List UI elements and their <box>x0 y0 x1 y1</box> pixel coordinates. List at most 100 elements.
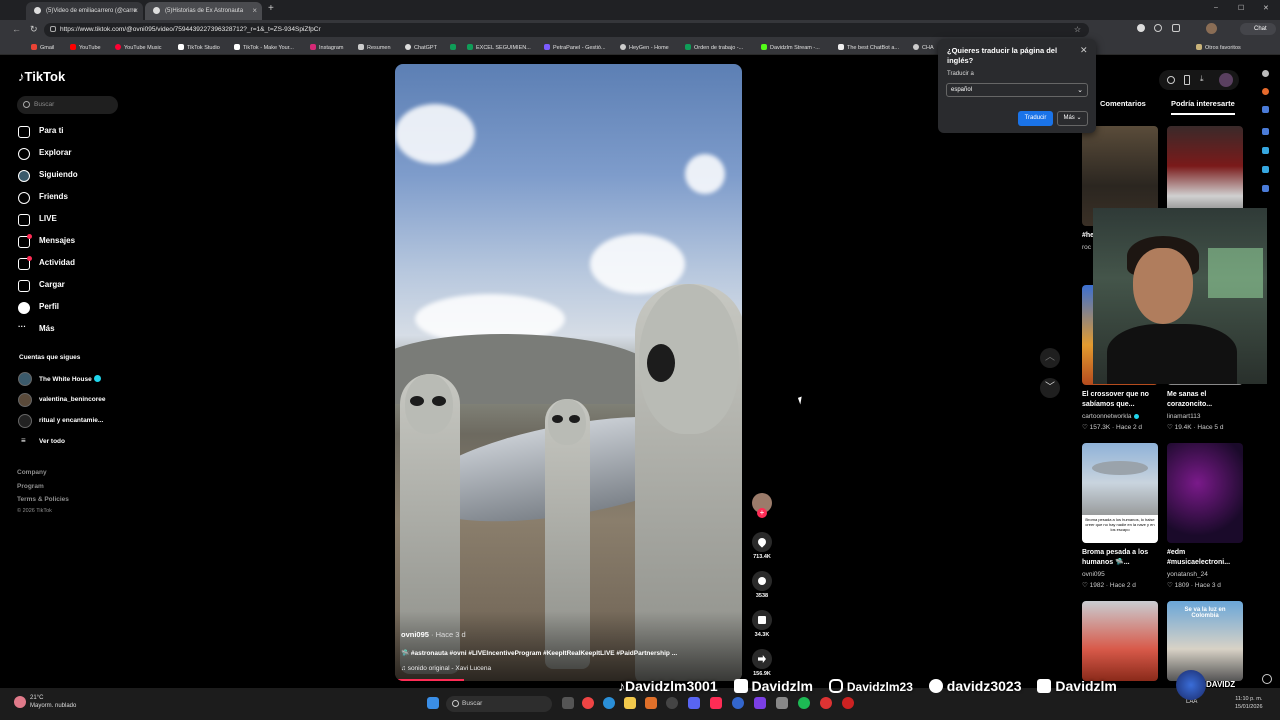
bookmark-youtube-music[interactable]: YouTube Music <box>115 44 162 51</box>
speed-icon[interactable] <box>1167 76 1175 84</box>
video-player[interactable]: ovni095 · Hace 3 d 🛸 #astronauta #ovni #… <box>395 64 742 681</box>
bookmark-sheet[interactable] <box>450 44 459 51</box>
see-all-link[interactable]: ≡ Ver todo <box>18 436 65 445</box>
minimize-button[interactable]: – <box>1214 4 1218 11</box>
video-thumbnail[interactable]: Broma pesada a los humanos, lo haise cre… <box>1082 443 1158 543</box>
app-icon[interactable] <box>842 697 854 709</box>
followed-account-ritual[interactable]: ritual y encantamie... <box>18 414 103 428</box>
new-tab-button[interactable]: + <box>268 3 274 14</box>
discord-icon[interactable] <box>688 697 700 709</box>
system-clock[interactable]: 11:10 p. m. 15/01/2026 <box>1235 695 1263 711</box>
previous-video-button[interactable]: ︿ <box>1040 348 1060 368</box>
like-button[interactable]: 713.4K <box>751 532 773 560</box>
app-icon[interactable] <box>732 697 744 709</box>
video-thumbnail[interactable] <box>1082 601 1158 681</box>
close-tab-icon[interactable]: × <box>252 6 257 15</box>
bookmark-davidzlm-stream[interactable]: Davidzlm Stream -... <box>761 44 820 51</box>
language-select[interactable]: español ⌄ <box>946 83 1088 97</box>
nav-perfil[interactable]: Perfil <box>18 302 59 316</box>
video-title[interactable]: Broma pesada a los humanos 🛸... <box>1082 548 1158 568</box>
bookmark-resumen[interactable]: Resumen <box>358 44 391 51</box>
app-icon[interactable] <box>754 697 766 709</box>
video-author[interactable]: linamart113 <box>1167 413 1200 420</box>
sidebar-ext-icon[interactable] <box>1262 88 1269 95</box>
download-icon[interactable]: ⤓ <box>1200 74 1204 84</box>
bookmark-chatgpt[interactable]: ChatGPT <box>405 44 437 51</box>
app-icon[interactable] <box>666 697 678 709</box>
close-tab-icon[interactable]: × <box>133 6 138 15</box>
sidebar-ext-icon[interactable] <box>1262 70 1269 77</box>
bookmark-tiktok-studio[interactable]: TikTok Studio <box>178 44 220 51</box>
nav-mas[interactable]: ··· Más <box>18 322 55 338</box>
file-explorer-icon[interactable] <box>624 697 636 709</box>
bookmark-chatbot[interactable]: The best ChatBot a... <box>838 44 899 51</box>
weather-icon[interactable] <box>14 696 26 708</box>
bookmark-instagram[interactable]: Instagram <box>310 44 343 51</box>
url-field[interactable]: https://www.tiktok.com/@ovni095/video/75… <box>44 23 1089 37</box>
app-icon[interactable] <box>645 697 657 709</box>
extension-icon[interactable] <box>1137 24 1145 32</box>
footer-terms[interactable]: Terms & Policies <box>17 496 69 503</box>
video-title[interactable]: Me sanas el corazoncito... <box>1167 390 1243 410</box>
back-icon[interactable]: ← <box>12 24 21 34</box>
nav-friends[interactable]: Friends <box>18 192 68 206</box>
follow-plus-icon[interactable]: + <box>757 508 767 518</box>
footer-program[interactable]: Program <box>17 483 44 490</box>
video-caption[interactable]: 🛸 #astronauta #ovni #LIVEIncentiveProgra… <box>401 649 677 657</box>
video-title[interactable]: #edm #musicaelectroni... <box>1167 548 1243 568</box>
video-thumbnail[interactable]: Se va la luz en Colombia <box>1167 601 1243 681</box>
tab-podria-interesarte[interactable]: Podría interesarte <box>1171 99 1235 115</box>
taskbar-search[interactable]: Buscar <box>446 696 552 712</box>
next-video-button[interactable]: ﹀ <box>1040 378 1060 398</box>
settings-gear-icon[interactable] <box>1262 674 1272 684</box>
more-options-button[interactable]: Más ⌄ <box>1057 111 1088 126</box>
tab-comentarios[interactable]: Comentarios <box>1100 99 1146 108</box>
bookmark-star-icon[interactable]: ☆ <box>1074 25 1081 34</box>
chat-button[interactable]: Chat <box>1240 23 1276 35</box>
video-sound[interactable]: ♫ sonido original - Xavi Lucena <box>401 665 491 672</box>
save-button[interactable]: 34.3K <box>751 610 773 638</box>
sidebar-ext-icon[interactable] <box>1262 128 1269 135</box>
video-thumbnail[interactable] <box>1167 443 1243 543</box>
bookmark-cha[interactable]: CHA <box>913 44 934 51</box>
browser-tab-1[interactable]: (5)Video de emiliacarrero (@carre × <box>26 2 143 20</box>
nav-actividad[interactable]: Actividad <box>18 256 75 272</box>
footer-company[interactable]: Company <box>17 469 47 476</box>
task-view-icon[interactable] <box>562 697 574 709</box>
nav-siguiendo[interactable]: Siguiendo <box>18 170 78 184</box>
bookmark-gmail[interactable]: Gmail <box>31 44 54 51</box>
app-icon[interactable] <box>776 697 788 709</box>
video-author[interactable]: yonatansh_24 <box>1167 571 1208 578</box>
video-author[interactable]: ovni095 <box>1082 571 1105 578</box>
bookmark-youtube[interactable]: YouTube <box>70 44 101 51</box>
followed-account-valentina[interactable]: valentina_benincoree <box>18 393 105 407</box>
nav-live[interactable]: LIVE <box>18 214 57 228</box>
settings-icon[interactable] <box>1154 24 1162 32</box>
other-bookmarks-folder[interactable]: Otros favoritos <box>1196 44 1241 51</box>
video-progress-bar[interactable] <box>395 679 465 681</box>
sidebar-ext-icon[interactable] <box>1262 147 1269 154</box>
avatar[interactable] <box>1219 73 1233 87</box>
bookmark-petrapanel[interactable]: PetraPanel - Gestió... <box>544 44 606 51</box>
app-icon[interactable] <box>582 697 594 709</box>
nav-explorar[interactable]: Explorar <box>18 148 71 162</box>
bookmark-tiktok[interactable]: TikTok - Make Your... <box>234 44 294 51</box>
video-author[interactable]: cartoonnetworkla <box>1082 413 1139 420</box>
windows-start-icon[interactable] <box>427 697 439 709</box>
share-button[interactable]: 156.9K <box>751 649 773 677</box>
bookmark-heygen[interactable]: HeyGen - Home <box>620 44 669 51</box>
tiktok-logo[interactable]: ♪TikTok <box>18 69 65 84</box>
followed-account-white-house[interactable]: The White House <box>18 372 101 386</box>
close-window-button[interactable]: ✕ <box>1263 4 1269 12</box>
video-title[interactable]: El crossover que no sabíamos que... <box>1082 390 1158 410</box>
video-author[interactable]: ovni095 · Hace 3 d <box>401 630 466 639</box>
puzzle-icon[interactable] <box>1172 24 1180 32</box>
translate-button[interactable]: Traducir <box>1018 111 1053 126</box>
maximize-button[interactable]: ☐ <box>1238 4 1244 12</box>
sidebar-ext-icon[interactable] <box>1262 106 1269 113</box>
close-icon[interactable]: ✕ <box>1080 45 1088 56</box>
search-input[interactable]: Buscar <box>17 96 118 114</box>
site-info-icon[interactable] <box>50 26 56 32</box>
edge-icon[interactable] <box>603 697 615 709</box>
comment-button[interactable]: 3538 <box>751 571 773 599</box>
